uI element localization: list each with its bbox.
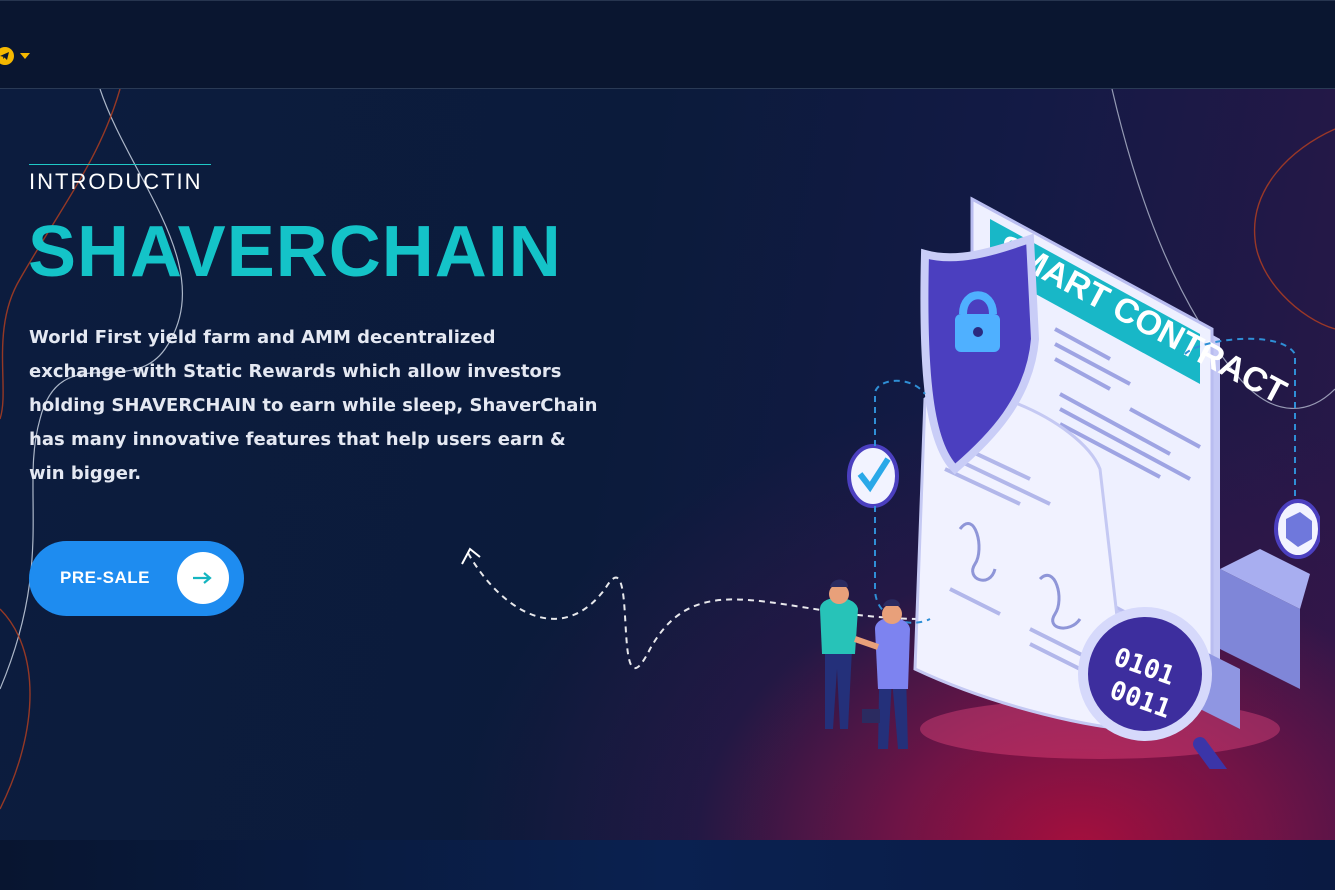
businessmen-handshake: [820, 579, 910, 749]
hero-title: SHAVERCHAIN: [28, 212, 562, 292]
pre-sale-button[interactable]: PRE-SALE: [29, 541, 244, 616]
language-dropdown[interactable]: [0, 46, 30, 66]
arrow-right-icon: [177, 552, 229, 604]
cube-icon: [1274, 499, 1320, 559]
hero-section: INTRODUCTIN SHAVERCHAIN World First yiel…: [0, 89, 1335, 840]
intro-divider: [29, 164, 211, 165]
top-navbar: [0, 0, 1335, 89]
checkmark-icon: [847, 444, 899, 508]
smart-contract-illustration: SMART CONTRACT 0101 0011: [820, 196, 1320, 769]
next-section-strip: [0, 840, 1335, 890]
caret-down-icon: [20, 53, 30, 59]
hero-description: World First yield farm and AMM decentral…: [29, 327, 598, 484]
intro-label: INTRODUCTIN: [29, 169, 203, 194]
telegram-icon: [0, 47, 14, 65]
pre-sale-label: PRE-SALE: [60, 568, 150, 587]
